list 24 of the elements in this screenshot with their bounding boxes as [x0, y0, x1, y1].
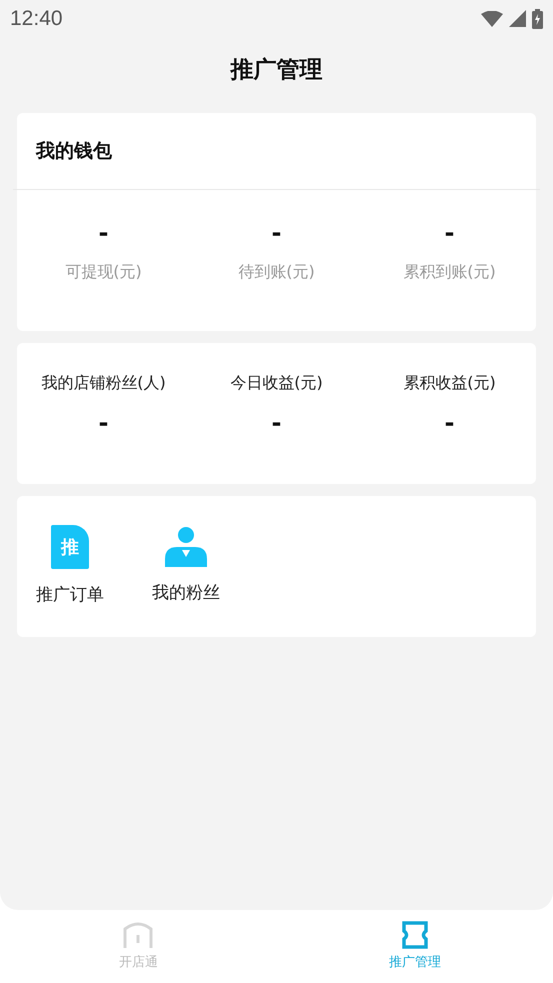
amount-value: -	[272, 218, 282, 248]
battery-icon	[532, 8, 543, 28]
shortcut-button[interactable]: 推 推广订单	[36, 525, 104, 606]
stat-label: 今日收益(元)	[230, 373, 323, 394]
house-icon	[123, 921, 154, 949]
stat-label: 累积收益(元)	[403, 373, 496, 394]
stat-value: -	[444, 408, 454, 438]
document-icon: 推	[51, 525, 89, 569]
amount-label: 累积到账(元)	[403, 262, 496, 283]
ticket-icon	[402, 921, 428, 949]
amount-label: 待到账(元)	[238, 262, 315, 283]
wifi-icon	[481, 10, 503, 26]
shortcut-button[interactable]: 我的粉丝	[152, 525, 220, 604]
amount-value: -	[98, 218, 108, 248]
stat-value: -	[272, 408, 282, 438]
signal-icon	[509, 10, 526, 27]
amount-label: 可提现(元)	[65, 262, 142, 283]
person-icon	[165, 525, 207, 567]
amount-value: -	[444, 218, 454, 248]
stat-label: 我的店铺粉丝(人)	[41, 373, 166, 394]
wallet-title: 我的钱包	[34, 139, 113, 164]
status-time: 12:40	[10, 6, 63, 30]
stat-value: -	[98, 408, 108, 438]
page-title: 推广管理	[229, 56, 324, 85]
